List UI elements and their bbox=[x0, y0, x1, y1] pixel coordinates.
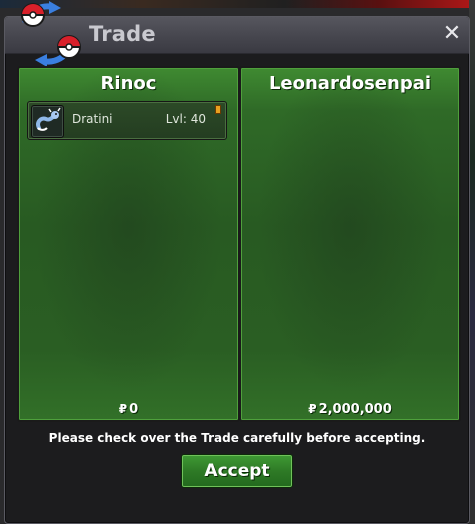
currency-icon: ₽ bbox=[118, 402, 128, 416]
right-player-name: Leonardosenpai bbox=[268, 73, 432, 94]
right-trade-panel: Leonardosenpai ₽2,000,000 bbox=[239, 66, 461, 422]
gender-badge-icon bbox=[215, 105, 221, 114]
left-player-name: Rinoc bbox=[100, 73, 157, 94]
item-level: Lvl: 40 bbox=[165, 112, 206, 126]
item-name: Dratini bbox=[72, 112, 113, 126]
left-money: ₽0 bbox=[19, 402, 238, 417]
right-money-value: 2,000,000 bbox=[318, 402, 392, 417]
trade-notice: Please check over the Trade carefully be… bbox=[48, 431, 426, 445]
right-money: ₽2,000,000 bbox=[241, 402, 459, 417]
dratini-icon bbox=[31, 105, 64, 138]
left-money-value: 0 bbox=[129, 402, 139, 417]
trade-logo-icon bbox=[21, 1, 81, 67]
left-trade-panel: Rinoc Dratini Lvl: 40 ₽0 bbox=[17, 66, 240, 422]
trade-window: Trade ✕ Rinoc Dratini Lvl: 40 ₽ 0 Leonar… bbox=[4, 1, 470, 524]
trade-item-dratini[interactable]: Dratini Lvl: 40 bbox=[27, 101, 227, 140]
window-title: Trade bbox=[89, 22, 156, 46]
close-icon[interactable]: ✕ bbox=[441, 22, 463, 46]
accept-button[interactable]: Accept bbox=[181, 454, 293, 488]
currency-icon: ₽ bbox=[308, 402, 317, 416]
